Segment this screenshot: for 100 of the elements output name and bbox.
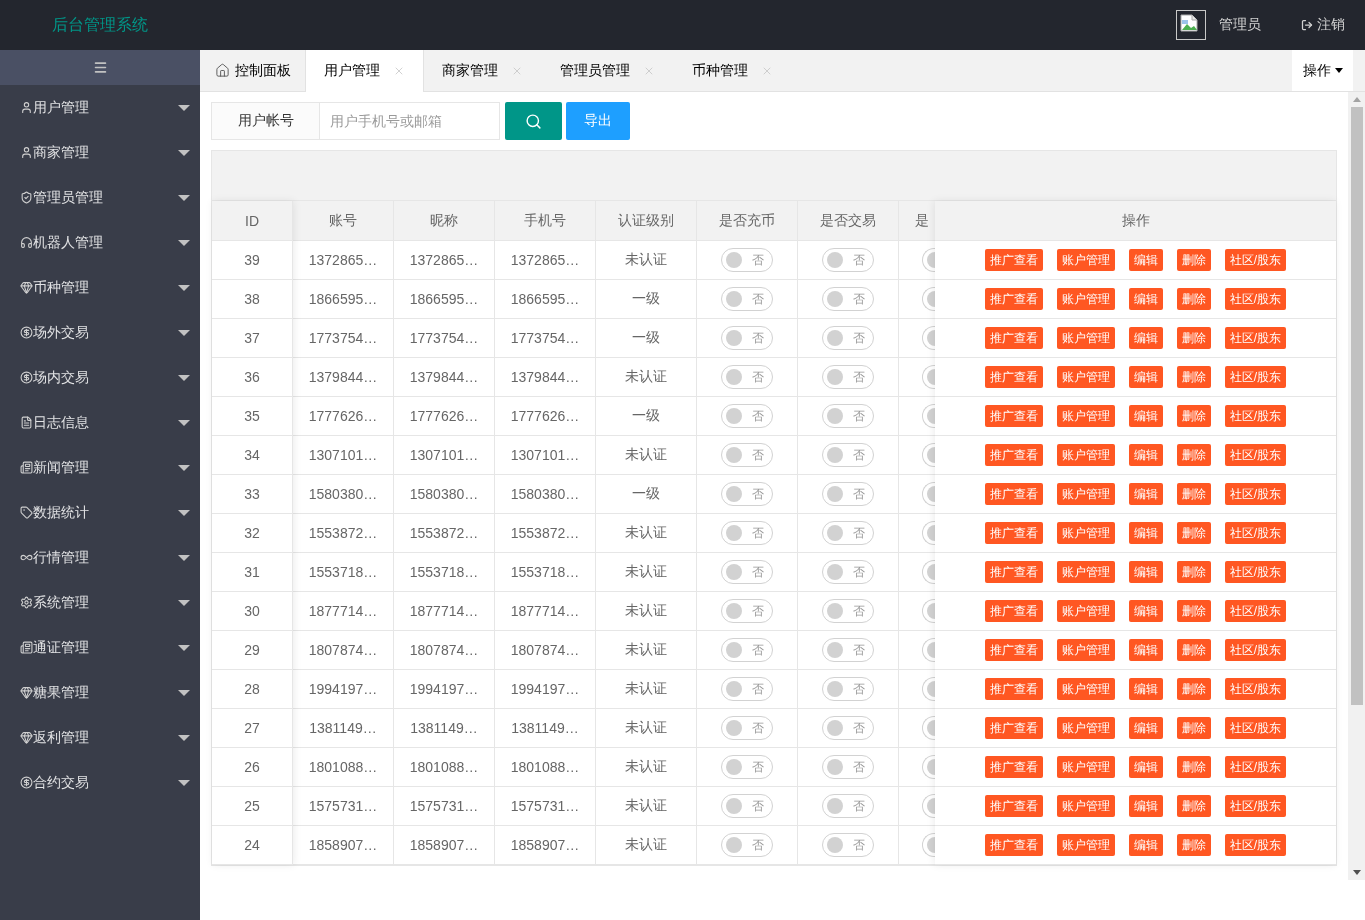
action-button[interactable]: 账户管理 [1056,288,1115,310]
action-button[interactable]: 社区/股东 [1224,483,1287,505]
action-button[interactable]: 推广查看 [984,600,1043,622]
sidebar-item[interactable]: 管理员管理 [0,175,200,220]
action-button[interactable]: 编辑 [1128,522,1163,544]
action-button[interactable]: 编辑 [1128,756,1163,778]
toggle-switch[interactable]: 否 [822,287,874,311]
action-button[interactable]: 社区/股东 [1224,405,1287,427]
action-button[interactable]: 删除 [1176,288,1211,310]
action-button[interactable]: 社区/股东 [1224,522,1287,544]
action-button[interactable]: 推广查看 [984,717,1043,739]
logout-link[interactable]: 注销 [1301,16,1345,34]
action-button[interactable]: 账户管理 [1056,327,1115,349]
toggle-switch[interactable]: 否 [822,521,874,545]
action-button[interactable]: 账户管理 [1056,483,1115,505]
action-button[interactable]: 推广查看 [984,444,1043,466]
scrollbar-thumb[interactable] [1350,107,1363,705]
action-button[interactable]: 账户管理 [1056,444,1115,466]
action-button[interactable]: 推广查看 [984,522,1043,544]
toggle-switch[interactable]: 否 [721,755,773,779]
up-arrow-icon[interactable] [1352,97,1361,102]
action-button[interactable]: 社区/股东 [1224,327,1287,349]
action-button[interactable]: 推广查看 [984,405,1043,427]
action-button[interactable]: 推广查看 [984,483,1043,505]
action-button[interactable]: 社区/股东 [1224,366,1287,388]
action-button[interactable]: 删除 [1176,717,1211,739]
sidebar-item[interactable]: 返利管理 [0,715,200,760]
toggle-switch[interactable]: 否 [822,326,874,350]
toggle-switch[interactable]: 否 [822,833,874,857]
toggle-switch[interactable]: 否 [822,443,874,467]
toggle-switch[interactable]: 否 [822,677,874,701]
toggle-switch[interactable]: 否 [721,794,773,818]
action-button[interactable]: 编辑 [1128,717,1163,739]
action-button[interactable]: 账户管理 [1056,561,1115,583]
sidebar-toggle-button[interactable] [0,50,200,85]
action-button[interactable]: 编辑 [1128,639,1163,661]
toggle-switch[interactable]: 否 [822,404,874,428]
action-button[interactable]: 编辑 [1128,327,1163,349]
sidebar-item[interactable]: 机器人管理 [0,220,200,265]
action-button[interactable]: 推广查看 [984,288,1043,310]
toggle-switch[interactable]: 否 [721,287,773,311]
toggle-switch[interactable] [922,677,935,701]
sidebar-item[interactable]: 新闻管理 [0,445,200,490]
sidebar-item[interactable]: 系统管理 [0,580,200,625]
toggle-switch[interactable]: 否 [822,248,874,272]
action-button[interactable]: 删除 [1176,444,1211,466]
action-button[interactable]: 删除 [1176,405,1211,427]
action-button[interactable]: 推广查看 [984,366,1043,388]
action-button[interactable]: 删除 [1176,600,1211,622]
toggle-switch[interactable] [922,794,935,818]
action-button[interactable]: 社区/股东 [1224,249,1287,271]
action-button[interactable]: 推广查看 [984,561,1043,583]
action-button[interactable]: 删除 [1176,249,1211,271]
sidebar-item[interactable]: 糖果管理 [0,670,200,715]
toggle-switch[interactable]: 否 [822,716,874,740]
action-button[interactable]: 社区/股东 [1224,678,1287,700]
toggle-switch[interactable]: 否 [721,443,773,467]
toggle-switch[interactable]: 否 [822,794,874,818]
action-button[interactable]: 删除 [1176,834,1211,856]
toggle-switch[interactable] [922,521,935,545]
toggle-switch[interactable]: 否 [822,638,874,662]
toggle-switch[interactable] [922,755,935,779]
toggle-switch[interactable]: 否 [721,326,773,350]
action-button[interactable]: 编辑 [1128,795,1163,817]
scrollbar-track[interactable] [1348,92,1365,880]
sidebar-item[interactable]: 场内交易 [0,355,200,400]
toggle-switch[interactable]: 否 [822,755,874,779]
sidebar-item[interactable]: 商家管理 [0,130,200,175]
action-button[interactable]: 删除 [1176,483,1211,505]
toggle-switch[interactable]: 否 [721,521,773,545]
toggle-switch[interactable]: 否 [822,560,874,584]
toggle-switch[interactable]: 否 [721,599,773,623]
toggle-switch[interactable] [922,482,935,506]
toggle-switch[interactable] [922,443,935,467]
tab[interactable]: 用户管理 [306,50,424,92]
toggle-switch[interactable]: 否 [721,833,773,857]
action-button[interactable]: 推广查看 [984,678,1043,700]
action-button[interactable]: 编辑 [1128,561,1163,583]
action-button[interactable]: 删除 [1176,522,1211,544]
toggle-switch[interactable]: 否 [822,482,874,506]
toggle-switch[interactable] [922,287,935,311]
action-button[interactable]: 账户管理 [1056,795,1115,817]
action-button[interactable]: 账户管理 [1056,522,1115,544]
action-button[interactable]: 编辑 [1128,483,1163,505]
action-button[interactable]: 推广查看 [984,834,1043,856]
sidebar-item[interactable]: 合约交易 [0,760,200,805]
action-button[interactable]: 推广查看 [984,756,1043,778]
action-button[interactable]: 编辑 [1128,600,1163,622]
sidebar-item[interactable]: 币种管理 [0,265,200,310]
action-button[interactable]: 账户管理 [1056,600,1115,622]
toggle-switch[interactable]: 否 [721,638,773,662]
action-button[interactable]: 账户管理 [1056,366,1115,388]
action-button[interactable]: 删除 [1176,327,1211,349]
action-button[interactable]: 社区/股东 [1224,795,1287,817]
toggle-switch[interactable] [922,326,935,350]
action-button[interactable]: 账户管理 [1056,717,1115,739]
action-button[interactable]: 删除 [1176,366,1211,388]
action-button[interactable]: 社区/股东 [1224,756,1287,778]
sidebar-item[interactable]: 行情管理 [0,535,200,580]
action-button[interactable]: 删除 [1176,561,1211,583]
